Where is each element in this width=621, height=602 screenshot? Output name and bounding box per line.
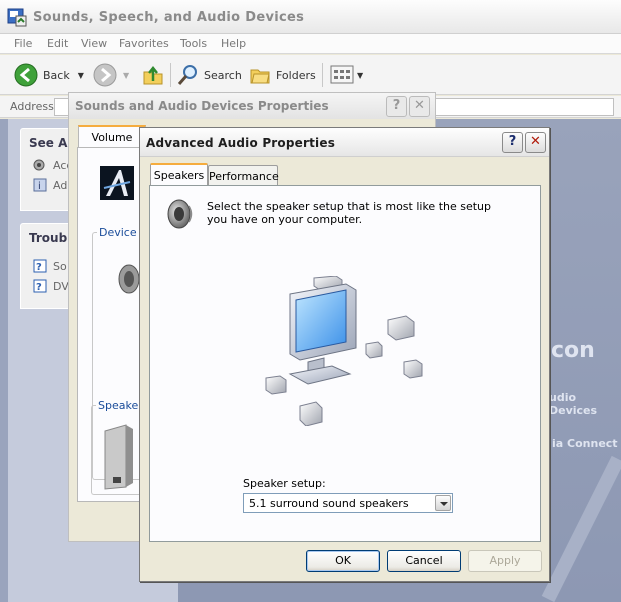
speaker-icon: [33, 159, 45, 171]
svg-text:?: ?: [36, 262, 42, 273]
speaker-setup-value: 5.1 surround sound speakers: [249, 497, 409, 510]
search-button[interactable]: Search: [177, 63, 242, 87]
forward-button[interactable]: ▼: [93, 63, 129, 87]
close-button[interactable]: ✕: [525, 132, 546, 153]
tab-volume[interactable]: Volume: [78, 125, 146, 147]
views-button[interactable]: ▼: [330, 63, 363, 87]
svg-text:i: i: [38, 181, 41, 192]
speaker-setup-label: Speaker setup:: [243, 477, 326, 490]
device-volume-label: Device: [97, 226, 139, 239]
explorer-title-bar: Sounds, Speech, and Audio Devices: [0, 0, 621, 34]
ok-button[interactable]: OK: [306, 550, 380, 572]
sounds-dialog-title-bar: Sounds and Audio Devices Properties ? ✕: [69, 93, 435, 119]
close-icon: ✕: [530, 134, 541, 149]
advanced-audio-properties-dialog: Advanced Audio Properties ? ✕ Speakers P…: [139, 127, 550, 582]
advanced-dialog-title-bar: Advanced Audio Properties ? ✕: [140, 128, 549, 157]
help-icon: ?: [33, 279, 47, 293]
back-button[interactable]: Back ▼: [14, 63, 84, 87]
forward-arrow-icon: [93, 63, 117, 87]
forward-dropdown-icon[interactable]: ▼: [123, 71, 129, 80]
menu-favorites[interactable]: Favorites: [119, 37, 169, 50]
toolbar: Back ▼ ▼ Search Folders ▼: [0, 55, 621, 95]
search-icon: [177, 65, 197, 85]
up-folder-icon: [143, 65, 163, 85]
menu-view[interactable]: View: [81, 37, 107, 50]
address-label: Address: [10, 100, 54, 113]
chevron-down-icon[interactable]: [435, 495, 451, 511]
folders-icon: [250, 69, 270, 84]
speakers-tab-page: Select the speaker setup that is most li…: [149, 185, 541, 542]
close-icon: ✕: [414, 98, 425, 113]
sounds-dialog-title: Sounds and Audio Devices Properties: [75, 99, 329, 113]
menu-tools[interactable]: Tools: [180, 37, 207, 50]
menu-file[interactable]: File: [14, 37, 32, 50]
sounds-audio-devices-link[interactable]: udio Devices: [549, 391, 621, 417]
media-connect-link[interactable]: ia Connect: [552, 437, 618, 450]
menu-bar: File Edit View Favorites Tools Help: [0, 34, 621, 54]
close-button[interactable]: ✕: [409, 96, 430, 117]
tab-performance[interactable]: Performance: [208, 165, 279, 186]
back-label: Back: [43, 68, 70, 82]
speaker-icon: [167, 199, 193, 229]
speakers-image-icon: [104, 424, 133, 490]
info-icon: i: [33, 178, 47, 192]
tab-speakers[interactable]: Speakers: [150, 163, 208, 185]
back-arrow-icon: [14, 63, 38, 87]
folders-button[interactable]: Folders: [249, 63, 316, 87]
speaker-settings-label: Speake: [96, 399, 141, 412]
advanced-dialog-title: Advanced Audio Properties: [146, 136, 336, 150]
views-dropdown-icon[interactable]: ▼: [357, 71, 363, 80]
svg-text:?: ?: [36, 282, 42, 293]
question-icon: ?: [392, 98, 401, 113]
cancel-button[interactable]: Cancel: [387, 550, 461, 572]
folders-label: Folders: [276, 68, 316, 82]
apply-button[interactable]: Apply: [468, 550, 542, 572]
help-button[interactable]: ?: [386, 96, 407, 117]
help-button[interactable]: ?: [502, 132, 523, 153]
help-icon: ?: [33, 259, 47, 273]
views-icon: [330, 65, 354, 84]
explorer-title: Sounds, Speech, and Audio Devices: [33, 10, 305, 25]
control-panel-icon: [7, 8, 27, 27]
question-icon: ?: [508, 134, 517, 149]
up-folder-button[interactable]: [142, 63, 164, 87]
surround-speakers-illustration: [265, 276, 423, 426]
pick-icon-heading-fragment: con: [551, 338, 595, 363]
speaker-setup-dropdown[interactable]: 5.1 surround sound speakers: [243, 493, 453, 513]
menu-help[interactable]: Help: [221, 37, 246, 50]
speaker-settings-group: Speake: [91, 399, 145, 495]
audio-device-logo-icon: [100, 166, 134, 200]
menu-edit[interactable]: Edit: [47, 37, 68, 50]
search-label: Search: [204, 68, 242, 82]
back-dropdown-icon[interactable]: ▼: [78, 71, 84, 80]
speaker-setup-instructions: Select the speaker setup that is most li…: [207, 200, 492, 226]
speaker-icon: [118, 264, 139, 294]
